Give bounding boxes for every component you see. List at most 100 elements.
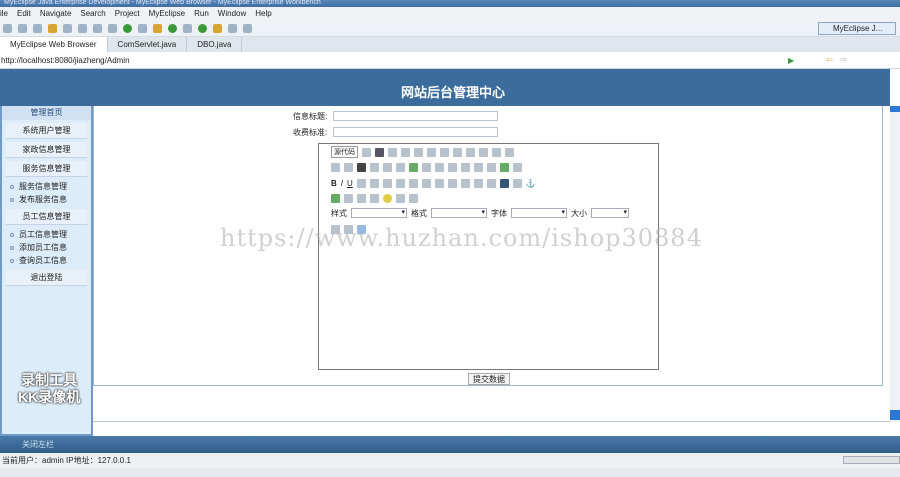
cut-icon[interactable] <box>427 147 436 157</box>
copy-icon[interactable] <box>440 147 449 157</box>
italic-icon[interactable]: I <box>341 179 343 188</box>
sidebar-item-logout[interactable]: 退出登陆 <box>6 270 87 286</box>
subscript-icon[interactable] <box>369 178 379 188</box>
source-button[interactable]: 源代码 <box>331 146 358 158</box>
menu-search[interactable]: Search <box>80 7 105 20</box>
globe-icon[interactable] <box>123 23 132 33</box>
run-icon[interactable] <box>168 23 177 33</box>
textfield-icon[interactable] <box>448 162 457 172</box>
paste-icon[interactable] <box>453 147 462 157</box>
paste-word-icon[interactable] <box>479 147 488 157</box>
url-input[interactable]: http://localhost:8080/jiazheng/Admin <box>1 54 781 67</box>
paste-text-icon[interactable] <box>466 147 475 157</box>
ordered-list-icon[interactable] <box>395 178 405 188</box>
font-select[interactable] <box>511 208 567 218</box>
title-input[interactable] <box>333 111 498 121</box>
sidebar-item-housekeeping[interactable]: 家政信息管理 <box>6 142 87 158</box>
save-icon[interactable] <box>18 23 27 33</box>
sidebar-item-users[interactable]: 系统用户管理 <box>6 123 87 139</box>
tab-dbo[interactable]: DBO.java <box>187 37 243 52</box>
form-icon[interactable] <box>409 162 418 172</box>
deploy-icon[interactable] <box>93 23 102 33</box>
replace-icon[interactable] <box>370 162 379 172</box>
print-icon[interactable] <box>492 147 501 157</box>
new-page-icon[interactable] <box>388 147 397 157</box>
preview-icon[interactable] <box>362 147 371 157</box>
refresh-icon[interactable] <box>198 23 207 33</box>
new-icon[interactable] <box>3 23 12 33</box>
underline-icon[interactable]: U <box>347 179 353 188</box>
menu-window[interactable]: Window <box>218 7 246 20</box>
deploy2-icon[interactable] <box>108 23 117 33</box>
submit-button[interactable]: 提交数据 <box>468 373 510 385</box>
folder-icon[interactable] <box>213 23 222 33</box>
external-tools-icon[interactable] <box>183 23 192 33</box>
unordered-list-icon[interactable] <box>408 178 418 188</box>
smiley-icon[interactable] <box>383 193 392 203</box>
sidebar-link-query-staff[interactable]: 查询员工信息 <box>2 254 91 267</box>
forward-icon[interactable]: ⇨ <box>840 55 847 64</box>
anchor-icon[interactable]: ⚓ <box>526 179 536 188</box>
sidebar-item-service[interactable]: 服务信息管理 <box>6 161 87 177</box>
textarea-icon[interactable] <box>461 162 470 172</box>
remove-format-icon[interactable] <box>396 162 405 172</box>
menu-edit[interactable]: Edit <box>17 7 31 20</box>
sidebar-head[interactable]: 管理首页 <box>2 106 91 120</box>
bold-icon[interactable]: B <box>331 179 337 188</box>
close-left-button[interactable]: 关闭左栏 <box>22 440 54 449</box>
print-icon[interactable] <box>33 23 42 33</box>
open-type-icon[interactable] <box>138 23 147 33</box>
link-icon[interactable] <box>499 178 509 188</box>
sidebar-link-staff-manage[interactable]: 员工信息管理 <box>2 228 91 241</box>
style-select[interactable] <box>351 208 407 218</box>
align-left-icon[interactable] <box>447 178 457 188</box>
select-all-icon[interactable] <box>383 162 392 172</box>
scroll-down-button[interactable] <box>890 410 900 420</box>
image-button-icon[interactable] <box>500 162 509 172</box>
special-char-icon[interactable] <box>396 193 405 203</box>
size-select[interactable] <box>591 208 629 218</box>
save-icon[interactable] <box>375 147 384 157</box>
server-icon[interactable] <box>78 23 87 33</box>
sidebar-item-staff[interactable]: 员工信息管理 <box>6 209 87 225</box>
sidebar-link-publish-service[interactable]: 发布服务信息 <box>2 193 91 206</box>
scroll-up-button[interactable] <box>890 106 900 112</box>
menu-run[interactable]: Run <box>194 7 209 20</box>
scrollbar[interactable] <box>890 106 900 422</box>
checkbox-icon[interactable] <box>422 162 431 172</box>
search-tool-icon[interactable] <box>153 23 162 33</box>
outdent-icon[interactable] <box>421 178 431 188</box>
menu-navigate[interactable]: Navigate <box>40 7 72 20</box>
align-center-icon[interactable] <box>460 178 470 188</box>
justify-icon[interactable] <box>486 178 496 188</box>
back-icon[interactable]: ⇦ <box>826 55 833 64</box>
sidebar-link-add-staff[interactable]: 添加员工信息 <box>2 241 91 254</box>
align-right-icon[interactable] <box>473 178 483 188</box>
forward-icon[interactable] <box>243 23 252 33</box>
flash-icon[interactable] <box>344 193 353 203</box>
print-preview-icon[interactable] <box>401 147 410 157</box>
radio-icon[interactable] <box>435 162 444 172</box>
tab-comservlet[interactable]: ComServlet.java <box>108 37 188 52</box>
hidden-field-icon[interactable] <box>513 162 522 172</box>
fee-input[interactable] <box>333 127 498 137</box>
page-break-icon[interactable] <box>409 193 418 203</box>
find-icon[interactable] <box>357 162 366 172</box>
spellcheck-icon[interactable] <box>505 147 514 157</box>
tab-web-browser[interactable]: MyEclipse Web Browser <box>0 37 108 52</box>
redo-icon[interactable] <box>344 162 353 172</box>
go-icon[interactable]: ▶ <box>788 56 794 65</box>
table-icon[interactable] <box>357 193 366 203</box>
unlink-icon[interactable] <box>512 178 522 188</box>
back-icon[interactable] <box>228 23 237 33</box>
horizontal-rule-icon[interactable] <box>370 193 379 203</box>
menu-project[interactable]: Project <box>115 7 140 20</box>
strike-icon[interactable] <box>356 178 366 188</box>
package-icon[interactable] <box>48 23 57 33</box>
sidebar-link-service-manage[interactable]: 服务信息管理 <box>2 180 91 193</box>
button-icon[interactable] <box>487 162 496 172</box>
menu-myeclipse[interactable]: MyEclipse <box>149 7 185 20</box>
superscript-icon[interactable] <box>382 178 392 188</box>
rich-text-editor[interactable]: 源代码 BIU ⚓ 样式 格式 字体 大小 <box>318 143 659 370</box>
indent-icon[interactable] <box>434 178 444 188</box>
